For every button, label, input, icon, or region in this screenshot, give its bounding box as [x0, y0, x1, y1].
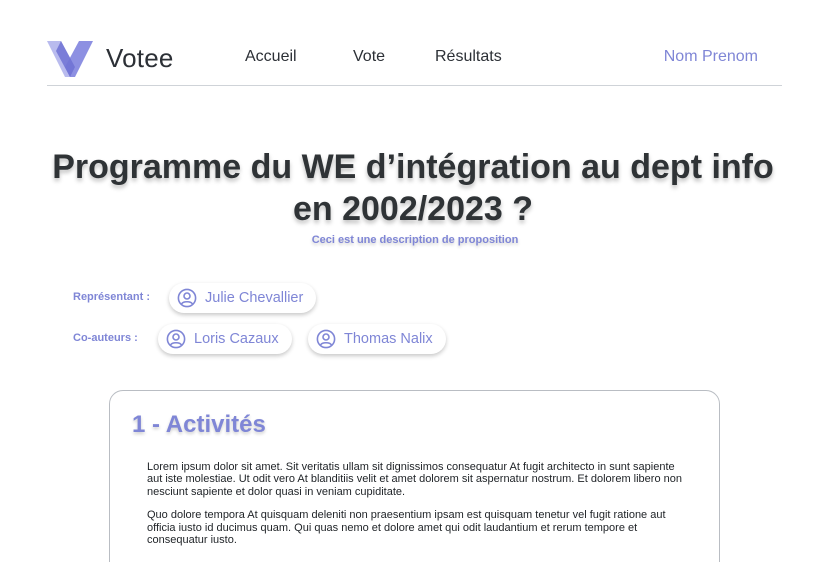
section-paragraph: Lorem ipsum dolor sit amet. Sit veritati…: [147, 461, 682, 498]
proposal-description: Ceci est une description de proposition: [311, 234, 519, 246]
section-paragraph: Quo dolore tempora At quisquam deleniti …: [147, 509, 666, 547]
nav-accueil[interactable]: Accueil: [245, 48, 297, 66]
user-circle-icon: [166, 329, 186, 349]
section-card: 1 - Activités Lorem ipsum dolor sit amet…: [109, 390, 720, 562]
representative-chip[interactable]: Julie Chevallier: [169, 283, 317, 313]
section-body: Lorem ipsum dolor sit amet. Sit veritati…: [147, 461, 687, 557]
section-title: 1 - Activités: [132, 411, 266, 438]
nav-vote[interactable]: Vote: [353, 48, 385, 66]
user-circle-icon: [316, 329, 336, 349]
user-name-link[interactable]: Nom Prenom: [664, 48, 758, 66]
coauthors-label: Co-auteurs :: [73, 332, 138, 344]
user-circle-icon: [177, 288, 197, 308]
header: Votee Accueil Vote Résultats Nom Prenom: [47, 34, 782, 86]
coauthor-name: Thomas Nalix: [344, 331, 433, 347]
coauthor-name: Loris Cazaux: [194, 331, 279, 347]
representative-name: Julie Chevallier: [205, 290, 304, 306]
proposal-title: Programme du WE d’intégration au dept in…: [52, 148, 774, 228]
brand-name[interactable]: Votee: [106, 43, 174, 74]
nav-resultats[interactable]: Résultats: [435, 48, 502, 66]
representative-label: Représentant :: [73, 291, 151, 303]
coauthor-chip[interactable]: Thomas Nalix: [308, 324, 446, 354]
votee-logo[interactable]: [47, 37, 93, 77]
coauthor-chip[interactable]: Loris Cazaux: [158, 324, 292, 354]
